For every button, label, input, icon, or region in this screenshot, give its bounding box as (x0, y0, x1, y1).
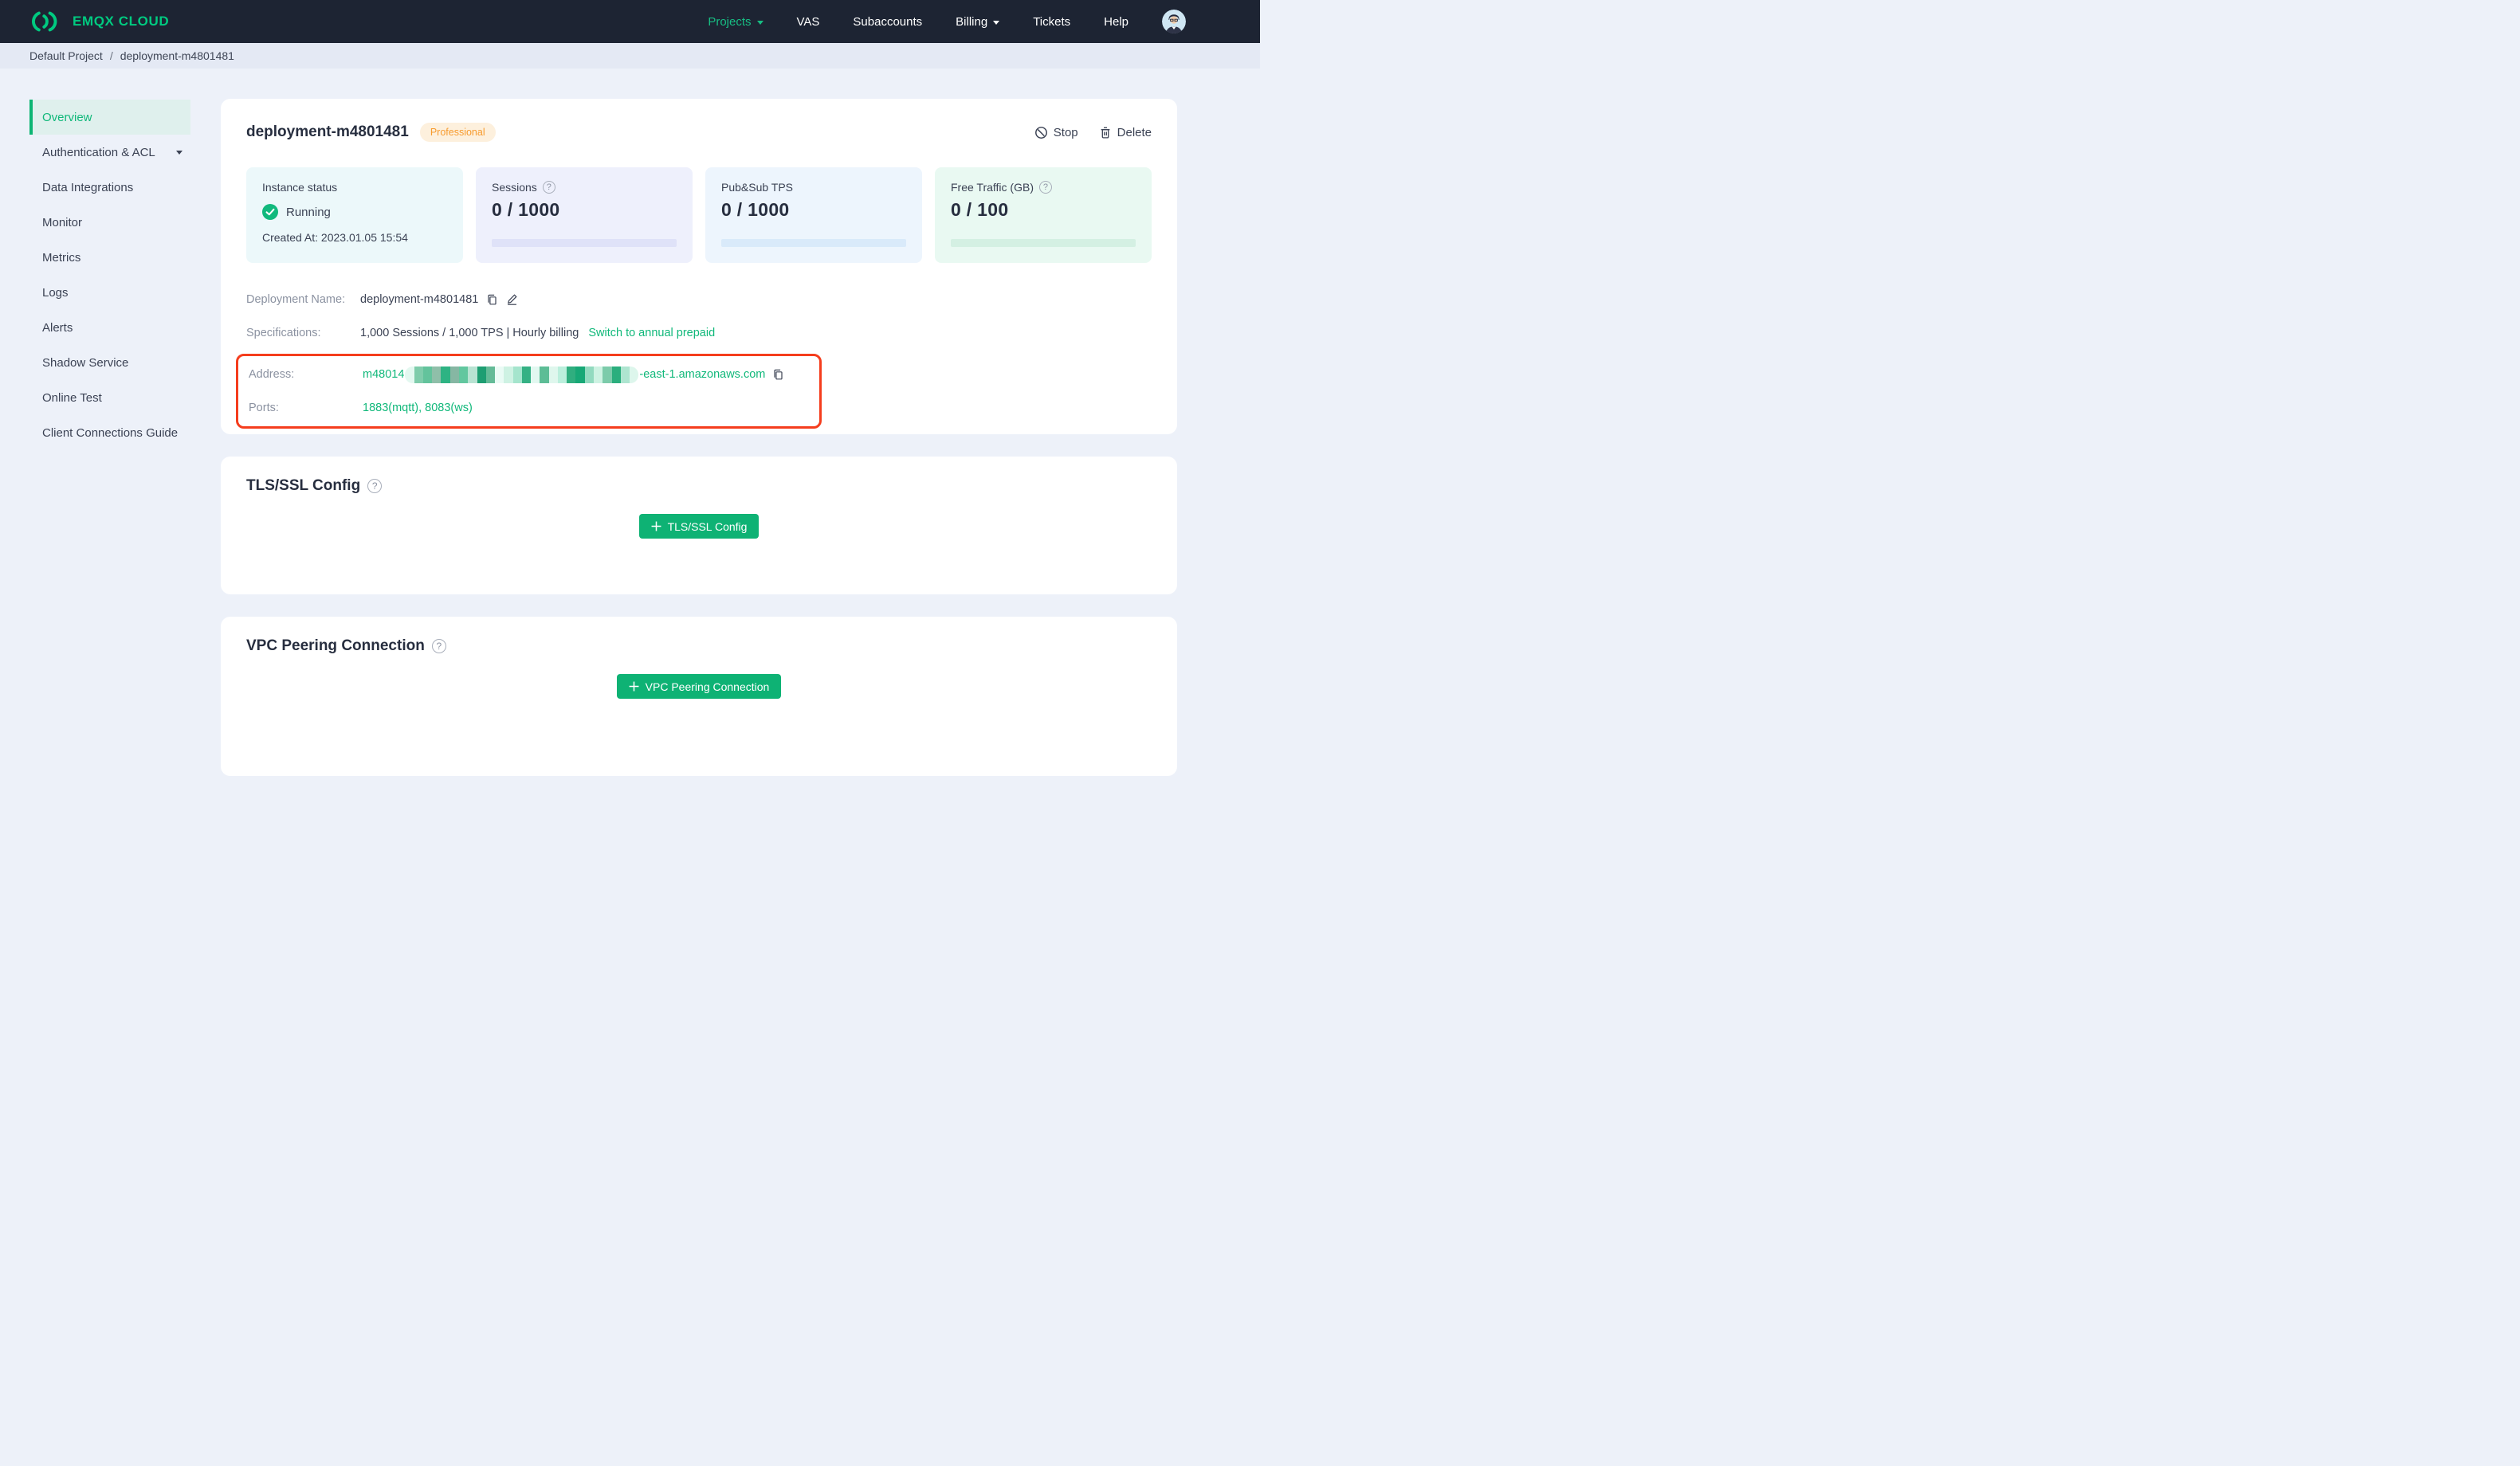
sessions-card: Sessions ? 0 / 1000 (476, 167, 693, 263)
specifications-row: Specifications: 1,000 Sessions / 1,000 T… (246, 327, 716, 339)
chevron-down-icon (176, 150, 183, 155)
tps-value: 0 / 1000 (721, 199, 790, 220)
sidebar-item-online-test[interactable]: Online Test (29, 380, 190, 415)
ports-value: 1883(mqtt), 8083(ws) (363, 402, 473, 414)
sessions-value: 0 / 1000 (492, 199, 560, 220)
stop-icon (1034, 126, 1048, 139)
sidebar-item-overview[interactable]: Overview (29, 100, 190, 135)
sidebar-item-logs[interactable]: Logs (29, 275, 190, 310)
trash-icon (1099, 126, 1112, 139)
address-value: m48014 -east-1.amazonaws.com (363, 366, 765, 383)
sidebar-item-data-integrations[interactable]: Data Integrations (29, 170, 190, 205)
add-tls-ssl-config-button[interactable]: TLS/SSL Config (638, 514, 760, 539)
copy-icon[interactable] (486, 293, 498, 306)
created-at: Created At: 2023.01.05 15:54 (262, 231, 408, 244)
sidebar-item-monitor[interactable]: Monitor (29, 205, 190, 240)
user-avatar[interactable] (1162, 10, 1186, 33)
breadcrumb: Default Project / deployment-m4801481 (0, 43, 1260, 69)
vpc-peering-card: VPC Peering Connection ? VPC Peering Con… (221, 617, 1177, 776)
deployment-name-row: Deployment Name: deployment-m4801481 (246, 287, 1152, 312)
plus-icon (629, 681, 639, 692)
nav-tickets[interactable]: Tickets (1033, 15, 1070, 29)
sidebar-item-authentication-acl[interactable]: Authentication & ACL (29, 135, 190, 170)
address-row: Address: m48014 -east-1.amazonaws.com (249, 363, 819, 386)
edit-icon[interactable] (506, 293, 518, 306)
nav-vas[interactable]: VAS (797, 15, 820, 29)
deployment-overview-card: deployment-m4801481 Professional Stop De… (221, 99, 1177, 434)
deployment-title: deployment-m4801481 (246, 123, 409, 140)
emqx-logo[interactable]: EMQX CLOUD (29, 10, 169, 33)
sidebar-item-metrics[interactable]: Metrics (29, 240, 190, 275)
help-icon[interactable]: ? (431, 639, 446, 653)
sessions-progress-bar (492, 239, 677, 247)
delete-button[interactable]: Delete (1099, 126, 1152, 139)
tls-ssl-config-card: TLS/SSL Config ? TLS/SSL Config (221, 457, 1177, 594)
breadcrumb-separator: / (109, 49, 113, 62)
help-icon[interactable]: ? (542, 181, 555, 194)
deployment-details: Deployment Name: deployment-m4801481 Spe… (236, 287, 1152, 429)
nav-billing[interactable]: Billing (956, 15, 1000, 29)
add-vpc-peering-button[interactable]: VPC Peering Connection (616, 674, 782, 699)
nav-projects[interactable]: Projects (708, 15, 763, 29)
logo-text: EMQX CLOUD (73, 14, 170, 29)
help-icon[interactable]: ? (367, 479, 383, 493)
sidebar: Overview Authentication & ACL Data Integ… (0, 69, 203, 450)
deployment-name-value: deployment-m4801481 (360, 293, 479, 306)
main-content: deployment-m4801481 Professional Stop De… (203, 69, 1177, 776)
nav-subaccounts[interactable]: Subaccounts (853, 15, 922, 29)
stat-cards-row: Instance status Running Created At: 2023… (246, 167, 1152, 263)
nav-help[interactable]: Help (1104, 15, 1129, 29)
instance-status-value: Running (286, 205, 331, 219)
breadcrumb-current: deployment-m4801481 (120, 49, 234, 62)
sidebar-item-client-connections-guide[interactable]: Client Connections Guide (29, 415, 190, 450)
plan-badge: Professional (419, 123, 496, 142)
sidebar-item-shadow-service[interactable]: Shadow Service (29, 345, 190, 380)
check-circle-icon (262, 204, 278, 220)
switch-annual-prepaid-link[interactable]: Switch to annual prepaid (588, 327, 715, 339)
instance-status-card: Instance status Running Created At: 2023… (246, 167, 463, 263)
sidebar-item-alerts[interactable]: Alerts (29, 310, 190, 345)
traffic-progress-bar (951, 239, 1136, 247)
breadcrumb-project[interactable]: Default Project (29, 49, 103, 62)
stop-button[interactable]: Stop (1034, 126, 1078, 139)
address-highlight-box: Address: m48014 -east-1.amazonaws.com Po… (236, 354, 822, 429)
top-navbar: EMQX CLOUD Projects VAS Subaccounts Bill… (0, 0, 1260, 43)
tps-progress-bar (721, 239, 906, 247)
ports-row: Ports: 1883(mqtt), 8083(ws) (249, 402, 473, 414)
vpc-peering-title: VPC Peering Connection (246, 637, 425, 654)
free-traffic-card: Free Traffic (GB) ? 0 / 100 (935, 167, 1152, 263)
help-icon[interactable]: ? (1038, 181, 1052, 194)
pubsub-tps-card: Pub&Sub TPS 0 / 1000 (705, 167, 922, 263)
copy-icon[interactable] (772, 368, 784, 381)
specifications-value: 1,000 Sessions / 1,000 TPS | Hourly bill… (360, 327, 579, 339)
emqx-logo-icon (29, 10, 63, 33)
traffic-value: 0 / 100 (951, 199, 1009, 220)
chevron-down-icon (756, 20, 763, 25)
plus-icon (651, 521, 661, 531)
tls-ssl-title: TLS/SSL Config (246, 477, 361, 494)
chevron-down-icon (993, 20, 1000, 25)
address-redacted-mosaic (405, 366, 639, 383)
top-nav-menu: Projects VAS Subaccounts Billing Tickets… (708, 10, 1186, 33)
